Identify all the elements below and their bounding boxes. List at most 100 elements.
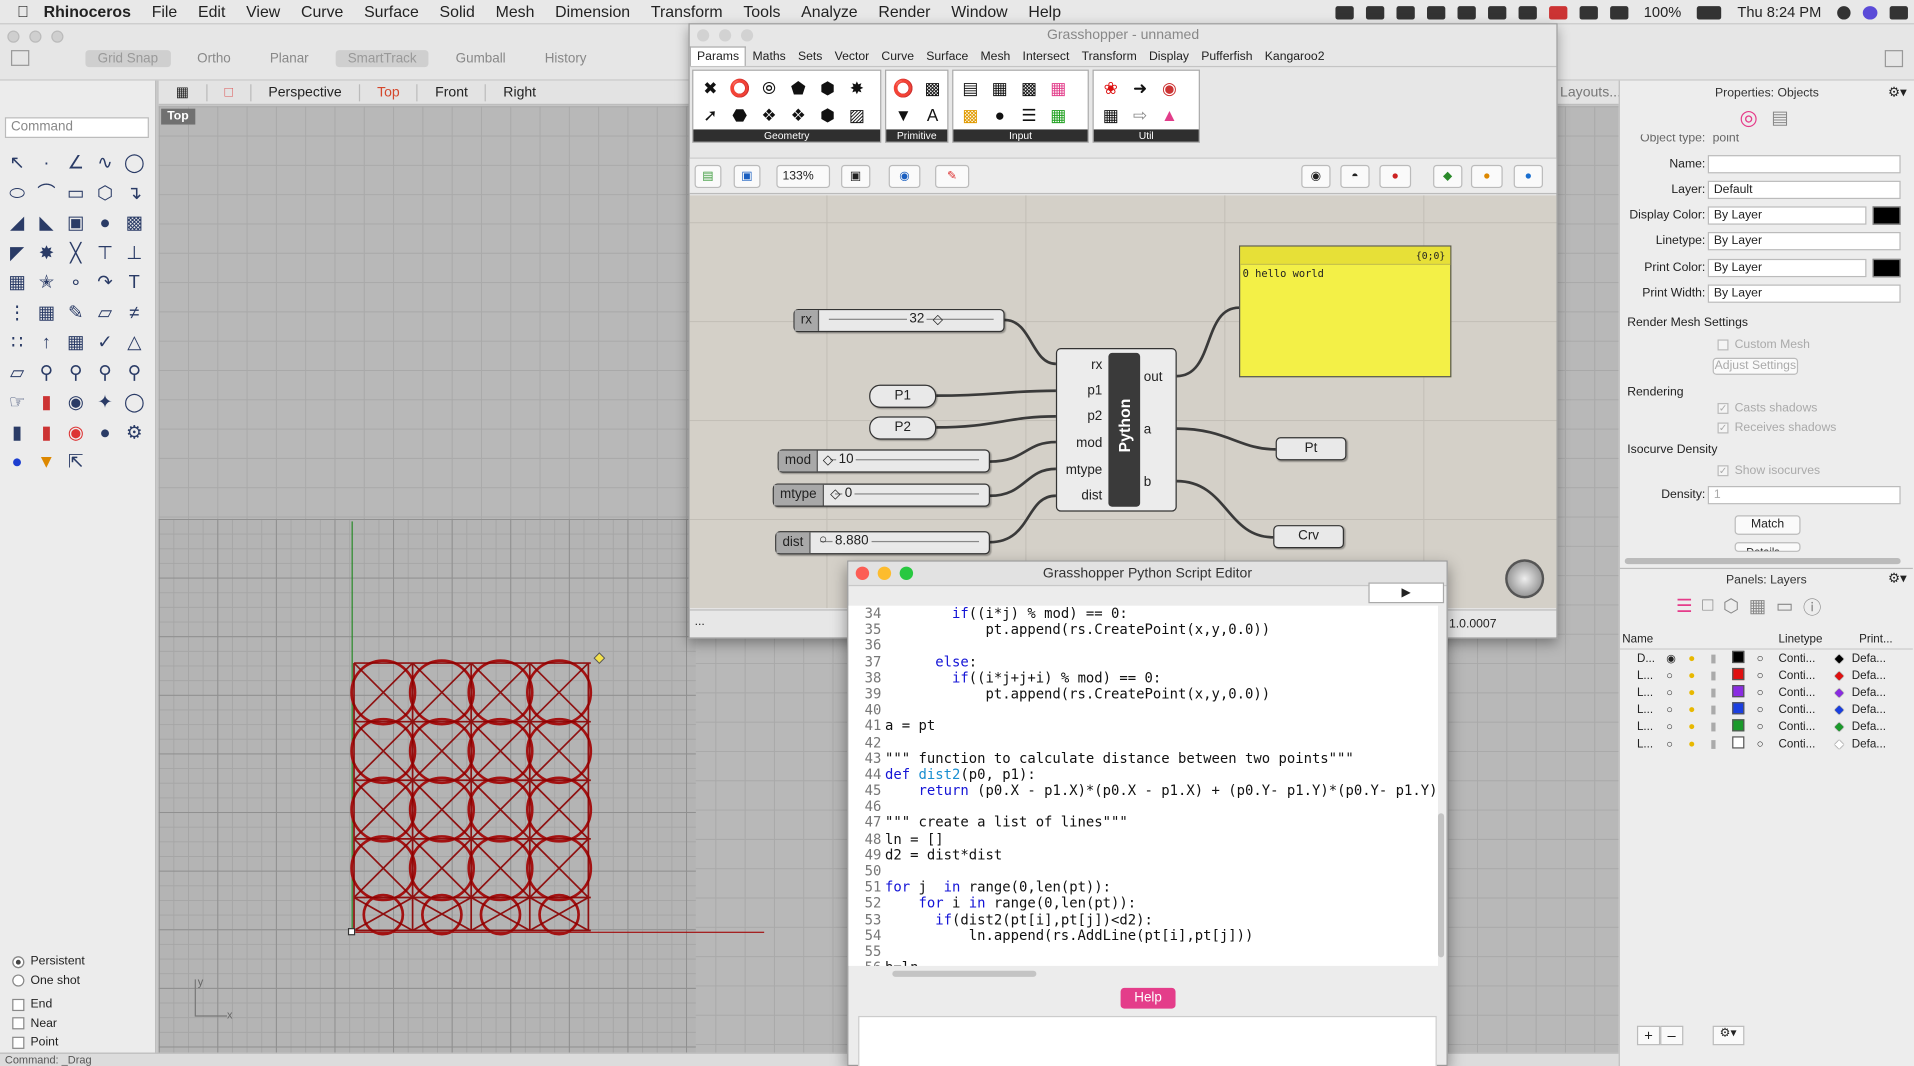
settings-tool-icon[interactable]: ⚙	[120, 418, 149, 448]
geometry-param-icon[interactable]: ✖	[696, 74, 725, 101]
page-icon[interactable]: □	[1702, 595, 1713, 621]
notification-icon[interactable]	[1889, 5, 1908, 19]
mesh-tool-icon[interactable]: ▦	[2, 269, 31, 299]
pan-tool-icon[interactable]: ☞	[2, 388, 31, 418]
layer-print-width[interactable]: Defa...	[1852, 669, 1886, 682]
current-layer-radio-icon[interactable]: ○	[1666, 720, 1688, 732]
current-layer-radio-icon[interactable]: ○	[1666, 669, 1688, 681]
input-dist[interactable]: dist	[1081, 488, 1102, 503]
mesh-quality-icon[interactable]: ●	[1513, 164, 1543, 189]
close-icon[interactable]	[697, 29, 710, 42]
tab-perspective[interactable]: Perspective	[251, 83, 361, 101]
color-wheel-icon[interactable]: ◉	[61, 418, 90, 448]
layer-row[interactable]: L... ○ ● ▮ ○ Conti... ◆ Defa...	[1620, 667, 1913, 684]
text-param-icon[interactable]: A	[918, 101, 947, 128]
help-icon[interactable]: ⓘ	[1803, 595, 1821, 621]
rectangle-tool-icon[interactable]: ▭	[61, 179, 90, 209]
lightbulb-icon[interactable]: ●	[1688, 686, 1710, 699]
material-circle-icon[interactable]: ○	[1757, 737, 1779, 750]
material-icon[interactable]: ▤	[1771, 106, 1788, 128]
input-mod[interactable]: mod	[1076, 436, 1102, 451]
layer-select[interactable]: Default	[1707, 180, 1901, 200]
layers-icon[interactable]: ☰	[1676, 595, 1692, 621]
tab-display[interactable]: Display	[1143, 48, 1195, 66]
print-color-swatch[interactable]	[1872, 258, 1901, 278]
menu-file[interactable]: File	[152, 2, 178, 20]
lock-icon[interactable]: ▮	[1710, 669, 1732, 682]
menu-dimension[interactable]: Dimension	[555, 2, 630, 20]
layer-print-width[interactable]: Defa...	[1852, 720, 1886, 733]
surface-tool-icon[interactable]: ◣	[32, 209, 61, 239]
remove-layer-button[interactable]: –	[1660, 1025, 1683, 1046]
dimension-tool-icon[interactable]: ≠	[120, 299, 149, 329]
tab-pufferfish[interactable]: Pufferfish	[1195, 48, 1259, 66]
offset-tool-icon[interactable]: ↷	[90, 269, 119, 299]
tab-maths[interactable]: Maths	[746, 48, 791, 66]
material-circle-icon[interactable]: ○	[1757, 703, 1779, 716]
point-param-icon[interactable]: ❖	[754, 101, 783, 128]
close-icon[interactable]	[7, 30, 20, 43]
lightbulb-icon[interactable]: ●	[1688, 720, 1710, 733]
join-tool-icon[interactable]: ✭	[32, 269, 61, 299]
grid-snap-toggle[interactable]: Grid Snap	[85, 50, 171, 68]
open-icon[interactable]: ▤	[694, 164, 722, 189]
radio-icon[interactable]	[12, 974, 25, 987]
navigation-compass-icon[interactable]	[1505, 559, 1545, 599]
volume-icon[interactable]	[1609, 5, 1628, 19]
lock-icon[interactable]: ▮	[1710, 686, 1732, 699]
surface-param-icon[interactable]: ⬟	[784, 74, 813, 101]
zoom-extents-icon[interactable]: ▣	[841, 164, 871, 189]
ortho-toggle[interactable]: Ortho	[185, 50, 243, 67]
align-tool-icon[interactable]: ↑	[32, 328, 61, 358]
boolean-toggle-icon[interactable]: ▦	[985, 74, 1014, 101]
lightbulb-icon[interactable]: ●	[1688, 703, 1710, 716]
match-button[interactable]: Match	[1734, 515, 1801, 535]
material-circle-icon[interactable]: ○	[1757, 720, 1779, 733]
lightbulb-icon[interactable]: ●	[1688, 737, 1710, 750]
print-color-select[interactable]: By Layer	[1707, 258, 1867, 278]
editor-horizontal-scrollbar[interactable]	[892, 970, 1037, 977]
clock[interactable]: Thu 8:24 PM	[1737, 4, 1821, 21]
material-circle-icon[interactable]: ○	[1757, 651, 1779, 664]
gear-icon[interactable]: ⚙▾	[1888, 84, 1907, 100]
smarttrack-toggle[interactable]: SmartTrack	[335, 50, 429, 68]
dropbox-icon[interactable]	[1334, 5, 1354, 19]
arrow-icon[interactable]: ➜	[1125, 74, 1154, 101]
galapagos-icon[interactable]: ◉	[1155, 74, 1184, 101]
checkbox-icon[interactable]	[12, 1017, 25, 1030]
cherry-icon[interactable]: ❀	[1096, 74, 1125, 101]
adjust-settings-button[interactable]: Adjust Settings	[1712, 357, 1799, 375]
menu-surface[interactable]: Surface	[364, 2, 419, 20]
mod-slider[interactable]: mod ◇ 10	[777, 449, 990, 473]
right-sidebar-toggle-icon[interactable]	[1884, 50, 1904, 68]
document-preview-icon[interactable]: ●	[1470, 164, 1503, 189]
print-color-diamond-icon[interactable]: ◆	[1835, 651, 1852, 664]
menu-solid[interactable]: Solid	[440, 2, 475, 20]
battery-icon[interactable]	[1697, 5, 1722, 19]
grasshopper-canvas[interactable]: rx 32 ◇ P1 P2 mod ◇ 10 mtype ◇ 0 dist ○ …	[689, 195, 1557, 609]
wireframe-icon[interactable]: ◓	[1340, 164, 1370, 189]
menu-curve[interactable]: Curve	[301, 2, 343, 20]
arc-tool-icon[interactable]: ⌒	[32, 179, 61, 209]
menu-help[interactable]: Help	[1028, 2, 1061, 20]
brep-param-icon[interactable]: ✸	[842, 74, 871, 101]
minimize-icon[interactable]	[718, 29, 732, 42]
field-param-icon[interactable]: ▨	[842, 101, 871, 128]
point-tool-icon[interactable]: ·	[32, 149, 61, 179]
print-color-diamond-icon[interactable]: ◆	[1835, 669, 1852, 682]
current-layer-radio-icon[interactable]: ○	[1666, 738, 1688, 750]
select-tool-icon[interactable]: ↖	[2, 149, 31, 179]
pt-param[interactable]: Pt	[1275, 437, 1347, 461]
layer-color-swatch[interactable]	[1732, 684, 1756, 700]
end-snap-option[interactable]: End	[12, 995, 85, 1014]
bulb-tool-icon[interactable]: ◯	[120, 388, 149, 418]
input-mtype[interactable]: mtype	[1066, 463, 1103, 478]
car-tool-icon[interactable]: ▮	[32, 388, 61, 418]
sphere-tool-icon[interactable]: ●	[90, 209, 119, 239]
wifi-icon[interactable]	[1579, 5, 1598, 19]
layer-color-swatch[interactable]	[1732, 701, 1756, 718]
input-rx[interactable]: rx	[1091, 358, 1102, 373]
split-tool-icon[interactable]: ⊤	[90, 239, 119, 269]
layer-color-swatch[interactable]	[1732, 650, 1756, 666]
lightbulb-icon[interactable]: ●	[1688, 669, 1710, 682]
